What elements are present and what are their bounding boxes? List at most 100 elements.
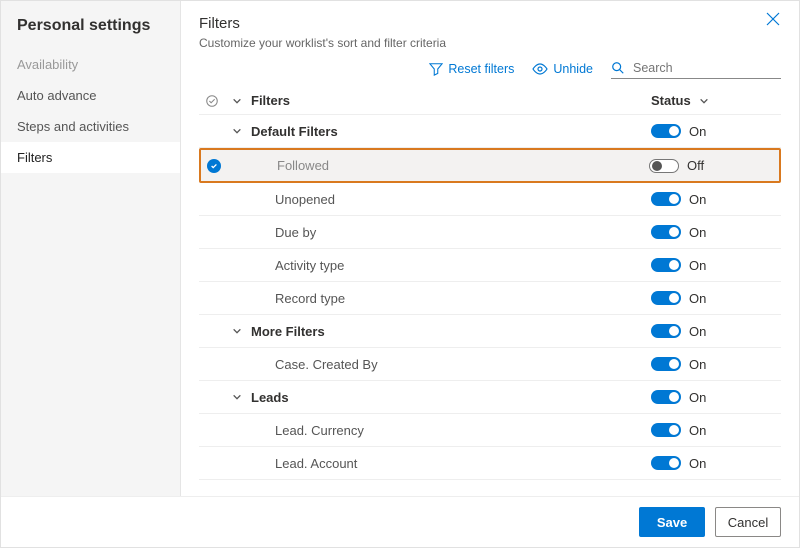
toggle[interactable]	[649, 159, 679, 173]
status-label: Off	[687, 158, 704, 173]
unhide-label: Unhide	[553, 62, 593, 76]
status-label: On	[689, 258, 706, 273]
chevron-down-icon	[699, 96, 709, 106]
row-label: Followed	[251, 158, 649, 173]
row-status: On	[651, 423, 781, 438]
footer: Save Cancel	[1, 496, 799, 547]
toggle[interactable]	[651, 258, 681, 272]
filter-row[interactable]: Activity type On	[199, 249, 781, 282]
filter-row[interactable]: Case. Created By On	[199, 348, 781, 381]
toggle[interactable]	[651, 124, 681, 138]
column-status-label: Status	[651, 93, 691, 108]
row-check[interactable]	[201, 159, 227, 173]
row-status: On	[651, 324, 781, 339]
row-status: Off	[649, 158, 779, 173]
toggle[interactable]	[651, 357, 681, 371]
page-title: Filters	[199, 15, 446, 32]
toggle[interactable]	[651, 192, 681, 206]
sidebar-item-auto-advance[interactable]: Auto advance	[1, 80, 180, 111]
page-subtitle: Customize your worklist's sort and filte…	[199, 36, 446, 50]
close-button[interactable]	[765, 11, 781, 30]
status-label: On	[689, 423, 706, 438]
chevron-down-icon	[232, 392, 242, 402]
toggle[interactable]	[651, 456, 681, 470]
row-status: On	[651, 456, 781, 471]
toolbar: Reset filters Unhide	[199, 58, 781, 79]
toggle[interactable]	[651, 225, 681, 239]
status-label: On	[689, 357, 706, 372]
table-header: Filters Status	[199, 87, 781, 115]
row-expand[interactable]	[225, 392, 249, 402]
row-label: Lead. Currency	[249, 423, 651, 438]
row-label: Activity type	[249, 258, 651, 273]
row-label: More Filters	[249, 324, 651, 339]
status-label: On	[689, 291, 706, 306]
row-status: On	[651, 291, 781, 306]
row-status: On	[651, 258, 781, 273]
unhide-button[interactable]: Unhide	[532, 62, 593, 76]
row-expand[interactable]	[225, 326, 249, 336]
toggle[interactable]	[651, 324, 681, 338]
status-label: On	[689, 192, 706, 207]
app-window: Personal settings AvailabilityAuto advan…	[0, 0, 800, 548]
row-label: Lead. Account	[249, 456, 651, 471]
filter-row[interactable]: Default Filters On	[199, 115, 781, 148]
filter-list: Default FiltersOnFollowedOffUnopenedOnDu…	[199, 115, 781, 496]
row-label: Due by	[249, 225, 651, 240]
filter-row[interactable]: More Filters On	[199, 315, 781, 348]
expand-all[interactable]	[225, 96, 249, 106]
row-label: Default Filters	[249, 124, 651, 139]
filter-row[interactable]: Lead. Account On	[199, 447, 781, 480]
main-panel: Filters Customize your worklist's sort a…	[181, 1, 799, 496]
column-header-status[interactable]: Status	[651, 93, 781, 108]
status-label: On	[689, 124, 706, 139]
row-status: On	[651, 390, 781, 405]
body: Personal settings AvailabilityAuto advan…	[1, 1, 799, 496]
sidebar: Personal settings AvailabilityAuto advan…	[1, 1, 181, 496]
filter-icon	[429, 62, 443, 76]
search-input[interactable]	[631, 60, 781, 76]
sidebar-nav: AvailabilityAuto advanceSteps and activi…	[1, 49, 180, 173]
row-label: Leads	[249, 390, 651, 405]
reset-filters-label: Reset filters	[448, 62, 514, 76]
sidebar-title: Personal settings	[1, 11, 180, 49]
cancel-button[interactable]: Cancel	[715, 507, 781, 537]
status-label: On	[689, 324, 706, 339]
save-button[interactable]: Save	[639, 507, 705, 537]
status-label: On	[689, 456, 706, 471]
filter-row[interactable]: Unopened On	[199, 183, 781, 216]
chevron-down-icon	[232, 96, 242, 106]
chevron-down-icon	[232, 126, 242, 136]
select-all[interactable]	[199, 94, 225, 108]
row-status: On	[651, 192, 781, 207]
row-status: On	[651, 225, 781, 240]
status-label: On	[689, 225, 706, 240]
column-header-name[interactable]: Filters	[249, 93, 651, 108]
row-status: On	[651, 124, 781, 139]
main-header: Filters Customize your worklist's sort a…	[199, 11, 781, 58]
row-label: Case. Created By	[249, 357, 651, 372]
sidebar-item-steps-and-activities[interactable]: Steps and activities	[1, 111, 180, 142]
search-field[interactable]	[611, 58, 781, 79]
row-label: Unopened	[249, 192, 651, 207]
sidebar-item-filters[interactable]: Filters	[1, 142, 180, 173]
filter-row[interactable]: Leads On	[199, 381, 781, 414]
check-icon	[207, 159, 221, 173]
row-label: Record type	[249, 291, 651, 306]
row-status: On	[651, 357, 781, 372]
filter-row[interactable]: Lead. Currency On	[199, 414, 781, 447]
filter-row[interactable]: Due by On	[199, 216, 781, 249]
check-circle-icon	[205, 94, 219, 108]
toggle[interactable]	[651, 291, 681, 305]
chevron-down-icon	[232, 326, 242, 336]
status-label: On	[689, 390, 706, 405]
row-expand[interactable]	[225, 126, 249, 136]
reset-filters-button[interactable]: Reset filters	[429, 62, 514, 76]
filter-row[interactable]: Followed Off	[199, 148, 781, 183]
toggle[interactable]	[651, 390, 681, 404]
search-icon	[611, 61, 625, 75]
eye-icon	[532, 63, 548, 75]
filter-row[interactable]: Record type On	[199, 282, 781, 315]
toggle[interactable]	[651, 423, 681, 437]
sidebar-item-availability[interactable]: Availability	[1, 49, 180, 80]
